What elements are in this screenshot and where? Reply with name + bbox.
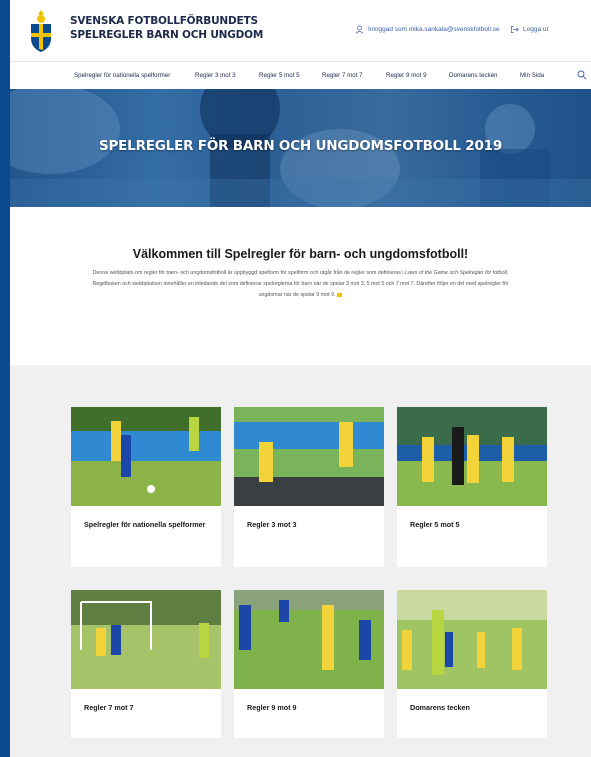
logo-shield-icon[interactable] bbox=[28, 8, 54, 54]
logged-in-user[interactable]: Inloggad som mika.sankala@svenskfotboll.… bbox=[355, 25, 500, 34]
welcome-title: Välkommen till Spelregler för barn- och … bbox=[132, 247, 469, 261]
card-image bbox=[397, 590, 547, 689]
card-nationella[interactable]: Spelregler för nationella spelformer bbox=[71, 407, 221, 567]
card-image bbox=[397, 407, 547, 506]
main-nav: Spelregler för nationella spelformer Reg… bbox=[10, 62, 591, 89]
search-icon[interactable] bbox=[577, 70, 587, 80]
welcome-text-part-1: Denna webbplats om regler för barn- och … bbox=[92, 270, 406, 276]
welcome-text-italic: Laws of the Game och Spelregler för fotb… bbox=[405, 270, 509, 276]
card-label: Regler 5 mot 5 bbox=[410, 520, 460, 529]
brand-title[interactable]: SVENSKA FOTBOLLFÖRBUNDETS SPELREGLER BAR… bbox=[70, 14, 263, 42]
nav-item-min-sida[interactable]: Min Sida bbox=[520, 72, 544, 79]
card-3-mot-3[interactable]: Regler 3 mot 3 bbox=[234, 407, 384, 567]
card-9-mot-9[interactable]: Regler 9 mot 9 bbox=[234, 590, 384, 738]
cards-section: Spelregler för nationella spelformer Reg… bbox=[10, 365, 591, 757]
page-frame: SVENSKA FOTBOLLFÖRBUNDETS SPELREGLER BAR… bbox=[10, 0, 591, 757]
brand-line-1: SVENSKA FOTBOLLFÖRBUNDETS bbox=[70, 15, 258, 27]
card-label: Spelregler för nationella spelformer bbox=[84, 520, 206, 529]
nav-item-9-mot-9[interactable]: Regler 9 mot 9 bbox=[386, 72, 427, 79]
user-text: Inloggad som mika.sankala@svenskfotboll.… bbox=[368, 26, 500, 33]
nav-item-nationella[interactable]: Spelregler för nationella spelformer bbox=[74, 72, 170, 79]
card-domarens-tecken[interactable]: Domarens tecken bbox=[397, 590, 547, 738]
welcome-section: Välkommen till Spelregler för barn- och … bbox=[10, 207, 591, 365]
hero-banner: SPELREGLER FÖR BARN OCH UNGDOMSFOTBOLL 2… bbox=[10, 89, 591, 207]
card-image bbox=[71, 407, 221, 506]
card-image bbox=[71, 590, 221, 689]
card-label: Regler 3 mot 3 bbox=[247, 520, 297, 529]
nav-item-7-mot-7[interactable]: Regler 7 mot 7 bbox=[322, 72, 363, 79]
card-label: Regler 9 mot 9 bbox=[247, 703, 297, 712]
nav-item-domarens-tecken[interactable]: Domarens tecken bbox=[449, 72, 498, 79]
brand-line-2: SPELREGLER BARN OCH UNGDOM bbox=[70, 29, 264, 41]
card-7-mot-7[interactable]: Regler 7 mot 7 bbox=[71, 590, 221, 738]
card-image bbox=[234, 407, 384, 506]
welcome-text-part-2: Regelboken och webbplatsen innehåller en… bbox=[92, 281, 509, 298]
nav-item-3-mot-3[interactable]: Regler 3 mot 3 bbox=[195, 72, 236, 79]
logout-icon bbox=[510, 25, 519, 34]
card-5-mot-5[interactable]: Regler 5 mot 5 bbox=[397, 407, 547, 567]
logout-button[interactable]: Logga ut bbox=[510, 25, 548, 34]
nav-item-5-mot-5[interactable]: Regler 5 mot 5 bbox=[259, 72, 300, 79]
welcome-text: Denna webbplats om regler för barn- och … bbox=[80, 268, 521, 301]
user-icon bbox=[355, 25, 364, 34]
tag-icon bbox=[337, 292, 343, 297]
card-image bbox=[234, 590, 384, 689]
site-header: SVENSKA FOTBOLLFÖRBUNDETS SPELREGLER BAR… bbox=[10, 0, 591, 62]
hero-title: SPELREGLER FÖR BARN OCH UNGDOMSFOTBOLL 2… bbox=[98, 138, 503, 154]
card-label: Domarens tecken bbox=[410, 703, 470, 712]
card-label: Regler 7 mot 7 bbox=[84, 703, 134, 712]
logout-label: Logga ut bbox=[523, 26, 549, 33]
